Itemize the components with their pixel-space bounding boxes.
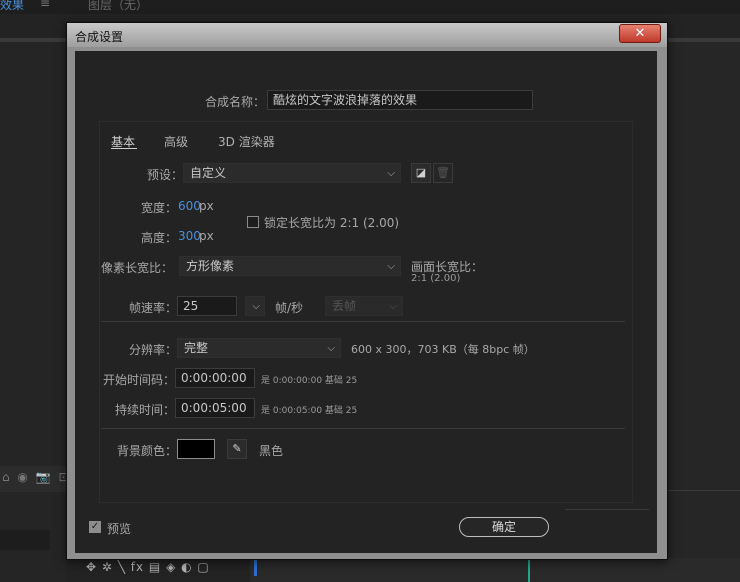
save-preset-button[interactable]: ◪ [411,163,431,183]
bg-bottom-tool-icons[interactable]: ✥ ✲ ╲ fx ▤ ◈ ◐ ▢ [86,560,210,576]
preview-checkbox[interactable]: ✓ [89,521,101,533]
bg-color-label: 背景颜色： [117,444,178,458]
bg-right-divider [668,490,740,491]
section-divider [101,321,625,322]
bg-left-toolbar-icons[interactable]: ⌂ ◉ 📷 ⊡ [2,470,71,484]
chevron-down-icon: ⌵ [389,301,397,312]
frame-rate-input[interactable]: 25 [177,296,237,316]
width-label: 宽度： [141,201,178,215]
close-button[interactable]: ✕ [619,24,661,43]
bg-left-panel [0,42,66,582]
width-unit: px [199,199,214,213]
preset-label: 预设： [147,168,184,182]
bg-tab-menu-icon[interactable]: ≡ [40,0,50,10]
preview-label: 预览 [107,522,132,536]
duration-label: 持续时间： [115,403,176,417]
start-timecode-info: 是 0:00:00:00 基础 25 [261,376,358,386]
bg-work-area-marker [254,558,257,576]
eyedropper-icon: ✎ [232,442,242,455]
comp-name-label: 合成名称： [205,95,266,109]
lock-aspect-label: 锁定长宽比为 2:1 (2.00) [264,216,400,230]
chevron-down-icon: ⌵ [252,301,260,312]
resolution-label: 分辨率： [129,343,178,357]
bg-tab-effects[interactable]: 效果 [0,0,24,13]
height-value[interactable]: 300 [178,229,201,243]
bg-playhead[interactable] [528,558,530,582]
composition-settings-dialog: 合成设置 ✕ 合成名称： 酷炫的文字波浪掉落的效果 基本 高级 3D 渲染器 预… [66,22,668,560]
bg-right-panel [668,42,740,582]
duration-info: 是 0:00:05:00 基础 25 [261,406,358,416]
bg-tab-layer[interactable]: 图层（无） [88,0,148,13]
frame-rate-dropdown[interactable]: ⌵ [245,296,265,316]
height-label: 高度： [141,231,178,245]
width-value[interactable]: 600 [178,199,201,213]
lock-aspect-checkbox[interactable] [247,216,259,228]
chevron-down-icon: ⌵ [387,261,395,272]
tab-advanced[interactable]: 高级 [164,133,188,150]
frame-rate-label: 帧速率： [129,301,178,315]
pixel-aspect-label: 像素长宽比： [101,261,174,275]
bg-timeline[interactable] [250,558,740,582]
resolution-dropdown[interactable]: 完整 ⌵ [177,338,341,358]
preset-value: 自定义 [190,166,227,180]
dialog-title: 合成设置 [75,30,124,44]
drop-frame-dropdown: 丢帧 ⌵ [325,296,403,316]
bg-left-bottom [0,530,50,550]
duration-input[interactable]: 0:00:05:00 [175,398,255,418]
trash-icon: 🗑 [436,166,450,179]
dialog-titlebar[interactable]: 合成设置 ✕ [67,23,667,47]
resolution-info: 600 x 300，703 KB（每 8bpc 帧） [351,343,535,356]
resolution-value: 完整 [184,341,209,355]
drop-frame-value: 丢帧 [332,299,357,313]
start-timecode-label: 开始时间码： [103,373,176,387]
save-preset-icon: ◪ [415,166,427,179]
delete-preset-button: 🗑 [433,163,453,183]
dialog-content: 合成名称： 酷炫的文字波浪掉落的效果 基本 高级 3D 渲染器 预设： 自定义 … [75,51,657,553]
section-divider [101,428,625,429]
eyedropper-button[interactable]: ✎ [227,439,247,459]
bg-color-swatch[interactable] [177,439,215,459]
tab-3d-renderer[interactable]: 3D 渲染器 [218,133,275,150]
start-timecode-input[interactable]: 0:00:00:00 [175,368,255,388]
ok-button[interactable]: 确定 [459,517,549,537]
preset-dropdown[interactable]: 自定义 ⌵ [183,163,401,183]
frame-rate-unit: 帧/秒 [275,301,304,315]
bottom-divider [565,509,649,510]
frame-aspect-value: 2:1 (2.00) [411,273,461,284]
pixel-aspect-dropdown[interactable]: 方形像素 ⌵ [179,256,401,276]
tab-active-underline [111,148,137,149]
chevron-down-icon: ⌵ [387,168,395,179]
close-icon: ✕ [634,26,646,41]
bg-color-name: 黑色 [259,444,284,458]
height-unit: px [199,229,214,243]
chevron-down-icon: ⌵ [327,343,335,354]
comp-name-input[interactable]: 酷炫的文字波浪掉落的效果 [267,90,533,110]
pixel-aspect-value: 方形像素 [186,259,235,273]
bg-topbar: 效果 ≡ 图层（无） [0,0,740,14]
